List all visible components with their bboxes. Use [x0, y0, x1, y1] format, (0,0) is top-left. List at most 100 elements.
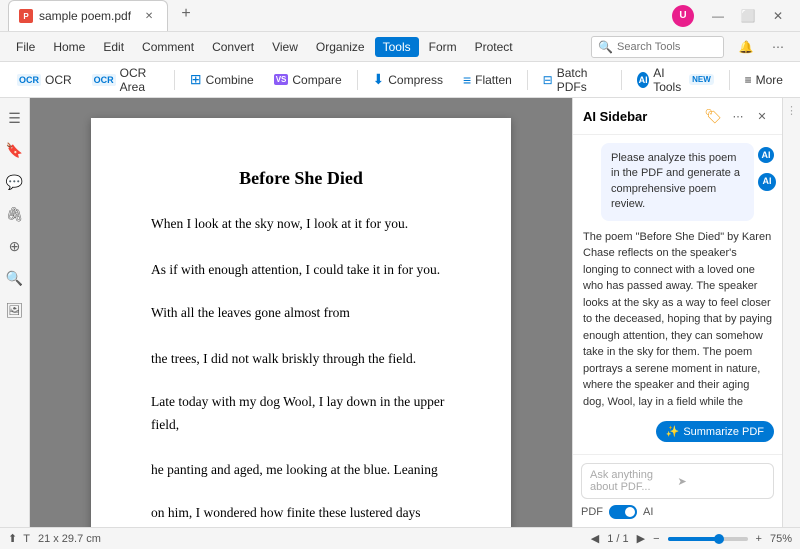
main-area: ☰ 🔖 💬 🖇 ⊕ 🔍 🖼 Before She Died When I loo… [0, 98, 800, 527]
pdf-line: With all the leaves gone almost from [151, 302, 451, 325]
combine-button[interactable]: ⊞ Combine [181, 66, 263, 93]
ai-sidebar-title: AI Sidebar [583, 109, 698, 124]
ai-sidebar: AI Sidebar 🏷 ⋯ ✕ Please analyze this poe… [572, 98, 782, 527]
zoom-out-button[interactable]: − [653, 533, 659, 545]
pdf-line [151, 325, 451, 348]
ai-input-placeholder: Ask anything about PDF... [590, 469, 678, 493]
ai-input-box[interactable]: Ask anything about PDF... ➤ [581, 463, 774, 499]
pdf-line: the trees, I did not walk briskly throug… [151, 348, 451, 371]
sidebar-icon-image[interactable]: 🖼 [3, 298, 27, 322]
compress-button[interactable]: ⬇ Compress [364, 66, 452, 93]
right-panel-expand[interactable]: ⋮ [786, 104, 797, 117]
ai-content: Please analyze this poem in the PDF and … [573, 135, 782, 454]
pdf-line [151, 437, 451, 460]
menu-right-icons: 🔔 ⋯ [732, 33, 792, 61]
minimize-button[interactable]: — [704, 2, 732, 30]
ai-tools-icon: AI [637, 72, 649, 88]
toolbar-separator-5 [729, 70, 730, 90]
menu-file[interactable]: File [8, 37, 43, 57]
ai-bookmark-icon: 🏷 [704, 108, 722, 125]
next-page-button[interactable]: ▶ [637, 532, 645, 545]
flatten-button[interactable]: ≡ Flatten [454, 67, 521, 93]
ai-tools-badge: NEW [689, 74, 714, 85]
sidebar-icon-search[interactable]: 🔍 [3, 266, 27, 290]
compare-button[interactable]: VS Compare [265, 68, 351, 92]
ocr-button[interactable]: OCR OCR [8, 68, 81, 92]
menu-protect[interactable]: Protect [467, 37, 521, 57]
close-button[interactable]: ✕ [764, 2, 792, 30]
menu-tools[interactable]: Tools [375, 37, 419, 57]
maximize-button[interactable]: ⬜ [734, 2, 762, 30]
active-tab[interactable]: P sample poem.pdf ✕ [8, 0, 168, 31]
menu-organize[interactable]: Organize [308, 37, 373, 57]
ai-response-text: The poem "Before She Died" by Karen Chas… [583, 231, 772, 413]
titlebar: P sample poem.pdf ✕ + U — ⬜ ✕ [0, 0, 800, 32]
text-select-icon[interactable]: T [23, 533, 30, 545]
summarize-label: Summarize PDF [683, 426, 764, 438]
menu-convert[interactable]: Convert [204, 37, 262, 57]
ai-send-button[interactable]: ➤ [678, 475, 766, 488]
sidebar-icon-attach[interactable]: 🖇 [3, 202, 27, 226]
ocr-area-button[interactable]: OCR OCR Area [83, 61, 168, 99]
ocr-icon: OCR [17, 74, 41, 86]
sidebar-icon-bookmark[interactable]: 🔖 [3, 138, 27, 162]
ai-header-actions: ⋯ ✕ [728, 106, 772, 126]
compare-label: Compare [292, 73, 341, 87]
batch-label: Batch PDFs [557, 66, 607, 94]
zoom-slider[interactable] [668, 537, 748, 541]
menu-home[interactable]: Home [45, 37, 93, 57]
sidebar-icon-comment[interactable]: 💬 [3, 170, 27, 194]
ai-input-area: Ask anything about PDF... ➤ PDF AI [573, 454, 782, 527]
batch-button[interactable]: ⊟ Batch PDFs [534, 61, 616, 99]
window-controls: U — ⬜ ✕ [672, 2, 792, 30]
more-icon: ≡ [745, 73, 752, 87]
titlebar-tabs: P sample poem.pdf ✕ + [8, 0, 672, 31]
notification-icon[interactable]: 🔔 [732, 33, 760, 61]
more-button[interactable]: ≡ More [736, 68, 792, 92]
combine-label: Combine [206, 73, 254, 87]
ai-prompt-bubble: Please analyze this poem in the PDF and … [601, 143, 754, 221]
pdf-stanza-3: Late today with my dog Wool, I lay down … [151, 391, 451, 483]
statusbar-tools: ⬆ T [8, 532, 30, 545]
pdf-icon: P [19, 9, 33, 23]
prev-page-button[interactable]: ◀ [591, 532, 599, 545]
zoom-fill [668, 537, 716, 541]
pdf-stanza-4: on him, I wondered how finite these lust… [151, 502, 451, 527]
page-size: 21 x 29.7 cm [38, 533, 101, 545]
ai-tools-button[interactable]: AI AI Tools NEW [628, 61, 723, 99]
ocr-area-icon: OCR [92, 74, 116, 86]
zoom-thumb [714, 534, 724, 544]
left-sidebar: ☰ 🔖 💬 🖇 ⊕ 🔍 🖼 [0, 98, 30, 527]
pdf-line: he panting and aged, me looking at the b… [151, 459, 451, 482]
compress-icon: ⬇ [373, 71, 385, 88]
flatten-icon: ≡ [463, 72, 471, 88]
user-avatar[interactable]: U [672, 5, 694, 27]
cursor-icon[interactable]: ⬆ [8, 532, 17, 545]
ai-close-button[interactable]: ✕ [752, 106, 772, 126]
pdf-page: Before She Died When I look at the sky n… [91, 118, 511, 527]
search-box[interactable]: 🔍 [591, 36, 724, 58]
menu-form[interactable]: Form [421, 37, 465, 57]
menu-more-icon[interactable]: ⋯ [764, 33, 792, 61]
pdf-toggle-switch[interactable] [609, 505, 637, 519]
menu-view[interactable]: View [264, 37, 306, 57]
toolbar: OCR OCR OCR OCR Area ⊞ Combine VS Compar… [0, 62, 800, 98]
pdf-line [151, 236, 451, 259]
ai-more-button[interactable]: ⋯ [728, 106, 748, 126]
new-tab-button[interactable]: + [172, 0, 200, 28]
sidebar-icon-layers[interactable]: ⊕ [3, 234, 27, 258]
toolbar-separator-1 [174, 70, 175, 90]
toggle-ai-label: AI [643, 506, 653, 518]
tab-close-button[interactable]: ✕ [141, 8, 157, 24]
sidebar-icon-menu[interactable]: ☰ [3, 106, 27, 130]
ai-prompt-text: Please analyze this poem in the PDF and … [611, 152, 740, 210]
search-icon: 🔍 [598, 40, 613, 54]
pdf-viewer[interactable]: Before She Died When I look at the sky n… [30, 98, 572, 527]
zoom-in-button[interactable]: + [756, 533, 762, 545]
menu-comment[interactable]: Comment [134, 37, 202, 57]
search-input[interactable] [617, 41, 717, 53]
summarize-button[interactable]: ✨ Summarize PDF [656, 421, 774, 442]
batch-icon: ⊟ [543, 73, 553, 87]
statusbar: ⬆ T 21 x 29.7 cm ◀ 1 / 1 ▶ − + 75% [0, 527, 800, 549]
menu-edit[interactable]: Edit [95, 37, 132, 57]
